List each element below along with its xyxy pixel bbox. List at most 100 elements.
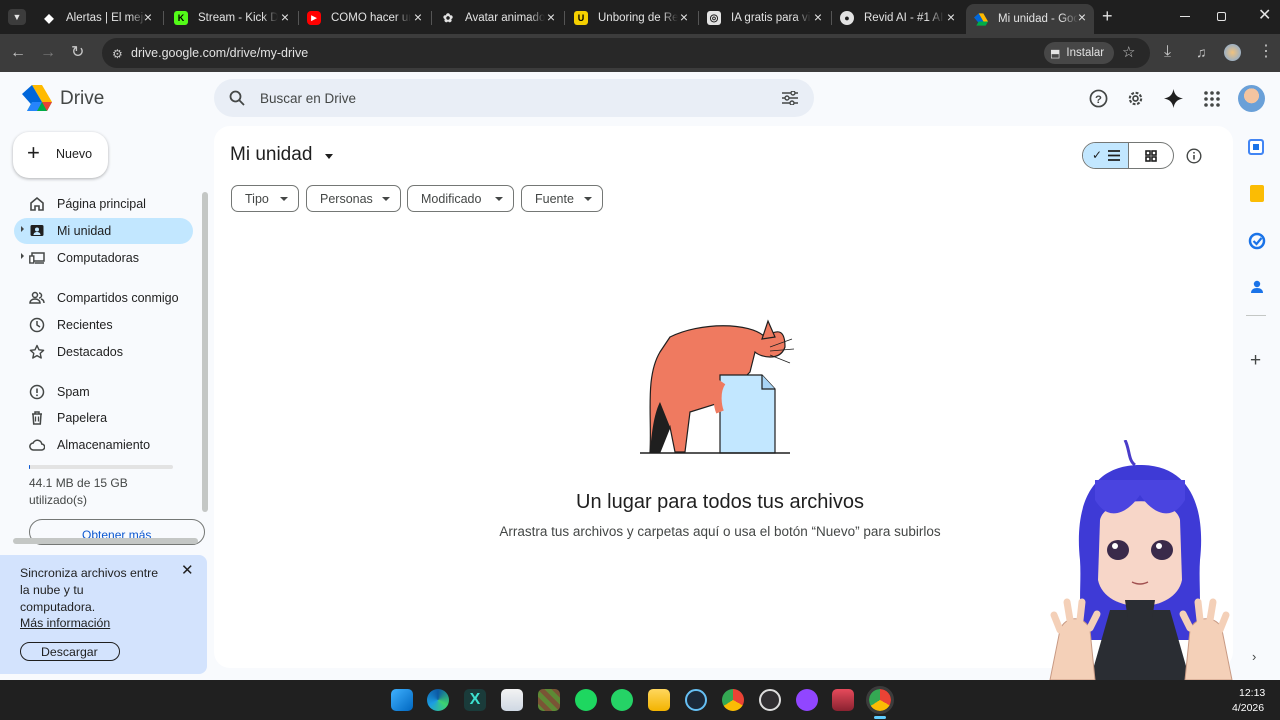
tab-mi-unidad[interactable]: Mi unidad - Goo ×	[966, 4, 1094, 34]
star-icon	[29, 344, 45, 359]
restore-icon[interactable]	[1217, 12, 1226, 21]
list-icon	[1108, 150, 1120, 161]
sidebar-item-recent[interactable]: Recientes	[14, 312, 193, 338]
close-tab-icon[interactable]: ×	[1078, 10, 1086, 24]
vtube-studio-icon[interactable]	[832, 689, 854, 711]
close-tab-icon[interactable]: ×	[547, 10, 555, 24]
keep-icon[interactable]	[1250, 185, 1264, 202]
close-tab-icon[interactable]: ×	[947, 10, 955, 24]
close-tab-icon[interactable]: ×	[680, 10, 688, 24]
sidebar-item-trash[interactable]: Papelera	[14, 405, 193, 431]
forward-icon[interactable]: →	[40, 45, 56, 61]
tab-ia-gratis[interactable]: ◎ IA gratis para vid ×	[700, 4, 830, 32]
tab-title: Revid AI - #1 AI	[864, 12, 944, 24]
list-view-button[interactable]: ✓	[1083, 143, 1129, 168]
file-explorer-icon[interactable]	[648, 689, 670, 711]
search-bar[interactable]: Buscar en Drive	[214, 79, 814, 117]
my-drive-title-dropdown[interactable]: Mi unidad	[230, 144, 333, 170]
sidebar-item-home[interactable]: Página principal	[14, 191, 193, 217]
sidebar-item-spam[interactable]: Spam	[14, 379, 193, 405]
tab-title: Mi unidad - Goo	[998, 13, 1078, 25]
app-x-icon[interactable]: X	[464, 689, 486, 711]
filter-chip-source[interactable]: Fuente	[521, 185, 603, 212]
install-app-button[interactable]: ⬒ Instalar	[1044, 42, 1114, 64]
caret-down-icon	[584, 197, 592, 201]
spotify-icon[interactable]	[575, 689, 597, 711]
tab-unboring[interactable]: U Unboring de Ref ×	[566, 4, 696, 32]
storage-used-text: 44.1 MB de 15 GB	[29, 476, 128, 490]
edge-icon[interactable]	[427, 689, 449, 711]
tab-youtube[interactable]: ▶ COMO hacer un ×	[300, 4, 430, 32]
media-control-icon[interactable]: ♫	[1196, 44, 1207, 60]
clock-time[interactable]: 12:13	[1239, 687, 1265, 699]
close-window-icon[interactable]: ✕	[1258, 8, 1271, 24]
contacts-icon[interactable]	[1248, 278, 1266, 296]
sidebar-item-starred[interactable]: Destacados	[14, 339, 193, 365]
search-options-icon[interactable]	[782, 91, 798, 105]
tab-avatar[interactable]: ✿ Avatar animado ×	[433, 4, 563, 32]
windows-start-icon[interactable]	[391, 689, 413, 711]
sidebar-horizontal-scrollbar[interactable]	[13, 538, 198, 544]
grid-view-button[interactable]	[1129, 143, 1173, 168]
filter-chip-people[interactable]: Personas	[306, 185, 401, 212]
sidebar-vertical-scrollbar[interactable]	[202, 192, 208, 512]
bookmark-star-icon[interactable]: ☆	[1122, 45, 1135, 61]
search-input[interactable]: Buscar en Drive	[260, 91, 356, 106]
new-tab-button[interactable]: +	[1102, 7, 1113, 25]
chrome-menu-icon[interactable]: ⋮	[1258, 44, 1274, 60]
expand-arrow-icon[interactable]	[21, 226, 24, 232]
download-button[interactable]: Descargar	[20, 642, 120, 661]
chrome-icon[interactable]	[722, 689, 744, 711]
sidebar-item-my-drive[interactable]: Mi unidad	[14, 218, 193, 244]
close-promo-icon[interactable]: ✕	[181, 561, 194, 579]
close-tab-icon[interactable]: ×	[814, 10, 822, 24]
chrome-active-icon[interactable]	[866, 686, 894, 714]
add-addon-icon[interactable]: +	[1250, 351, 1261, 370]
drive-logo[interactable]: Drive	[22, 84, 112, 112]
learn-more-link[interactable]: Más información	[20, 616, 110, 630]
tab-search-button[interactable]: ▼	[8, 9, 26, 25]
show-side-panel-icon[interactable]: ›	[1252, 649, 1256, 664]
settings-gear-icon[interactable]	[1126, 89, 1145, 108]
steam-icon[interactable]	[685, 689, 707, 711]
reload-icon[interactable]: ↻	[71, 45, 84, 61]
url-text[interactable]: drive.google.com/drive/my-drive	[131, 46, 308, 60]
browser-tab-strip: ▼ ◆ Alertas | El mejor × K Stream - Kick…	[0, 0, 1280, 34]
account-avatar[interactable]	[1238, 85, 1265, 112]
sidebar-item-computers[interactable]: Computadoras	[14, 245, 193, 271]
clock-date[interactable]: 4/2026	[1232, 702, 1264, 714]
chevron-down-icon: ▼	[12, 12, 22, 22]
sidebar-item-label: Mi unidad	[57, 224, 112, 238]
tasks-icon[interactable]	[1248, 232, 1266, 250]
search-icon[interactable]	[229, 90, 245, 106]
back-icon[interactable]: ←	[10, 45, 26, 61]
new-button-label: Nuevo	[56, 147, 93, 161]
close-tab-icon[interactable]: ×	[144, 10, 152, 24]
tab-kick[interactable]: K Stream - Kick Da ×	[165, 4, 297, 32]
filter-chip-modified[interactable]: Modificado	[407, 185, 514, 212]
sidebar-item-storage[interactable]: Almacenamiento	[14, 432, 193, 458]
whatsapp-icon[interactable]	[611, 689, 633, 711]
calendar-icon[interactable]	[1248, 139, 1264, 155]
tab-revid[interactable]: ● Revid AI - #1 AI ×	[833, 4, 963, 32]
store-icon[interactable]	[501, 689, 523, 711]
close-tab-icon[interactable]: ×	[414, 10, 422, 24]
new-button[interactable]: + Nuevo	[13, 132, 108, 178]
google-apps-icon[interactable]	[1204, 91, 1220, 107]
downloads-icon[interactable]: ⤓	[1164, 44, 1171, 60]
address-bar[interactable]: ⚙ drive.google.com/drive/my-drive ⬒ Inst…	[102, 38, 1150, 68]
profile-avatar[interactable]	[1224, 44, 1241, 61]
obs-icon[interactable]	[759, 689, 781, 711]
minimize-icon[interactable]	[1180, 16, 1190, 17]
help-icon[interactable]: ?	[1089, 89, 1108, 108]
details-info-icon[interactable]	[1186, 148, 1202, 164]
minecraft-icon[interactable]	[538, 689, 560, 711]
sidebar-item-shared[interactable]: Compartidos conmigo	[14, 285, 193, 311]
tab-alertas[interactable]: ◆ Alertas | El mejor ×	[32, 4, 160, 32]
close-tab-icon[interactable]: ×	[281, 10, 289, 24]
filter-chip-type[interactable]: Tipo	[231, 185, 299, 212]
twitch-chat-icon[interactable]	[796, 689, 818, 711]
site-settings-icon[interactable]: ⚙	[112, 46, 123, 62]
gemini-sparkle-icon[interactable]	[1164, 89, 1183, 108]
expand-arrow-icon[interactable]	[21, 253, 24, 259]
